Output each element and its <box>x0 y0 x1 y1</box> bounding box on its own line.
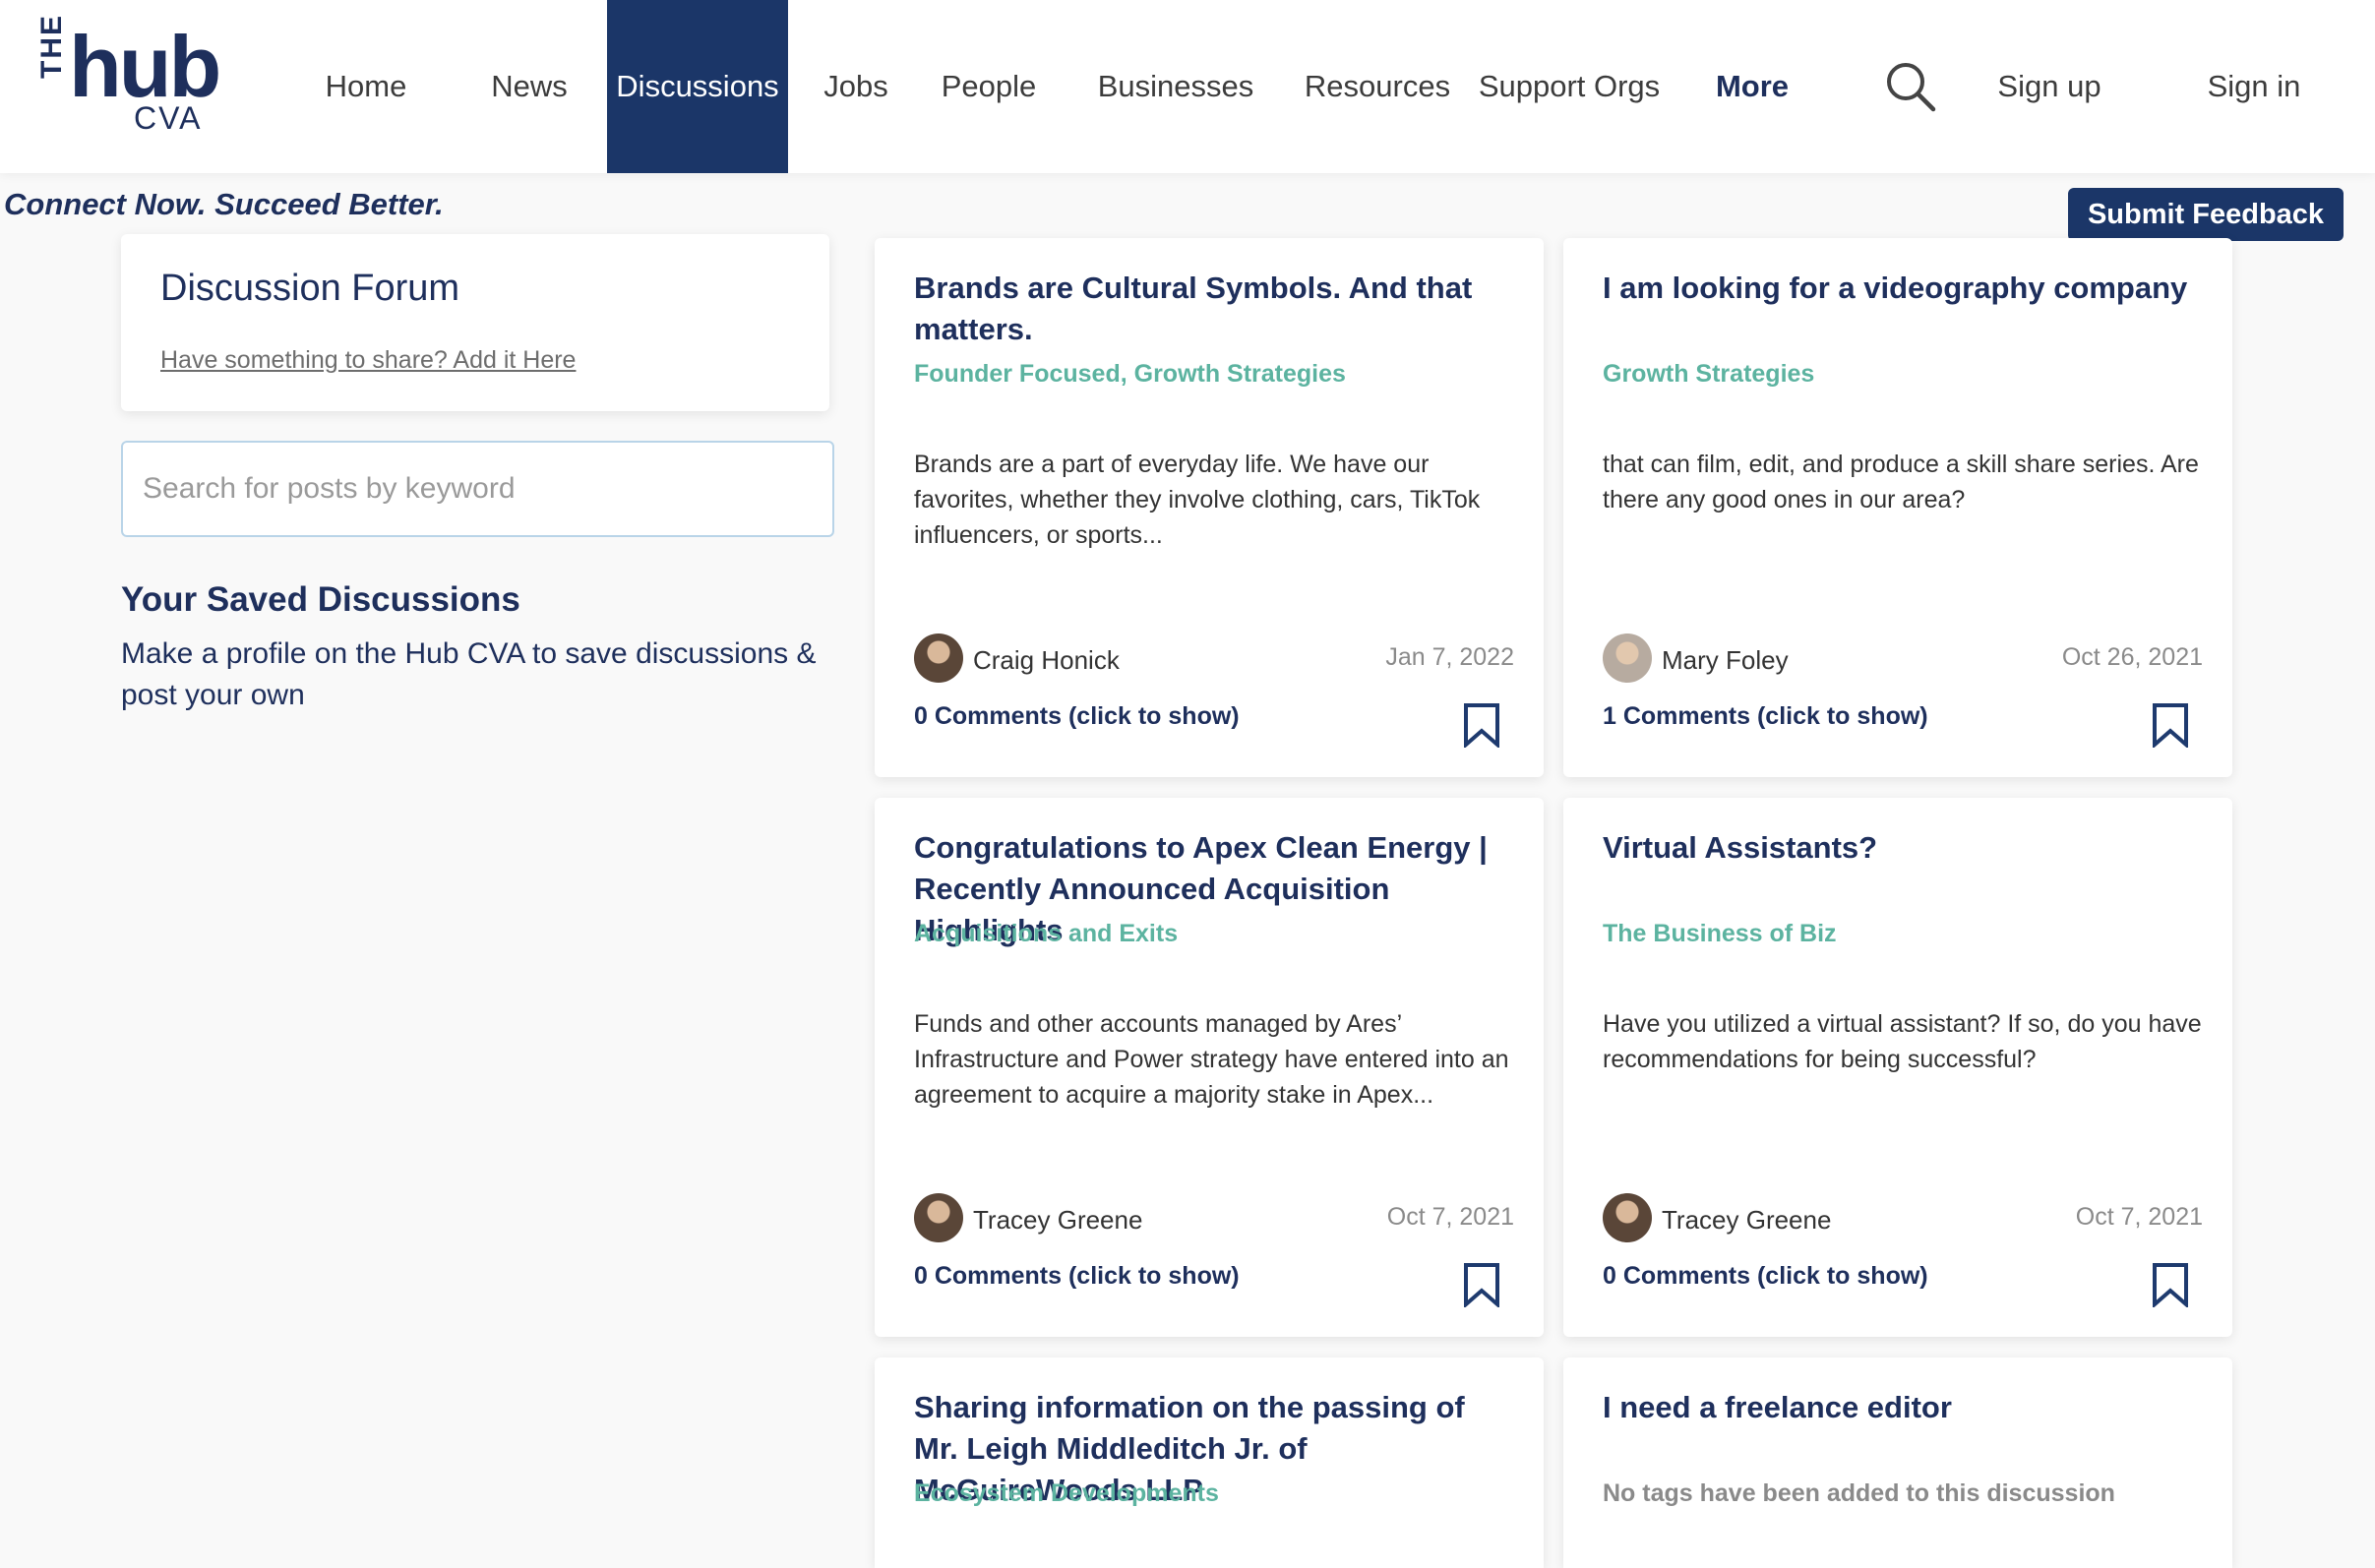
add-post-link[interactable]: Have something to share? Add it Here <box>160 346 576 375</box>
post-tags: Ecosystem Developments <box>914 1479 1219 1507</box>
post-date: Oct 26, 2021 <box>2061 643 2203 671</box>
post-date: Oct 7, 2021 <box>2075 1203 2203 1231</box>
post-tags: Growth Strategies <box>1603 360 1815 388</box>
post-title[interactable]: I am looking for a videography company <box>1603 268 2203 309</box>
author-name[interactable]: Craig Honick <box>973 645 1120 676</box>
author-name[interactable]: Mary Foley <box>1662 645 1789 676</box>
discussion-card[interactable]: I am looking for a videography company G… <box>1563 238 2232 777</box>
saved-discussions-text: Make a profile on the Hub CVA to save di… <box>121 637 817 711</box>
post-tags: No tags have been added to this discussi… <box>1603 1479 2115 1507</box>
comments-toggle[interactable]: 0 Comments (click to show) <box>914 702 1240 731</box>
post-excerpt: that can film, edit, and produce a skill… <box>1603 451 2199 513</box>
bookmark-icon[interactable] <box>1463 702 1500 748</box>
post-author-row: Mary Foley Oct 26, 2021 <box>1603 633 2203 687</box>
author-name[interactable]: Tracey Greene <box>973 1205 1142 1236</box>
sign-in-link[interactable]: Sign in <box>2200 0 2308 173</box>
bookmark-icon[interactable] <box>2152 1262 2189 1307</box>
nav-resources[interactable]: Resources <box>1304 0 1451 173</box>
post-excerpt: Brands are a part of everyday life. We h… <box>914 451 1481 549</box>
post-title[interactable]: I need a freelance editor <box>1603 1387 2203 1428</box>
logo-the-text: THE <box>35 14 68 79</box>
nav-discussions[interactable]: Discussions <box>607 0 788 173</box>
nav-jobs[interactable]: Jobs <box>807 0 905 173</box>
search-posts-input[interactable] <box>121 441 834 537</box>
post-author-row: Tracey Greene Oct 7, 2021 <box>1603 1193 2203 1246</box>
search-icon[interactable] <box>1885 61 1936 112</box>
nav-support-orgs[interactable]: Support Orgs <box>1476 0 1663 173</box>
logo-hub-text: hub <box>69 18 221 115</box>
avatar <box>914 1193 963 1242</box>
forum-title: Discussion Forum <box>160 268 460 309</box>
discussion-forum-card: Discussion Forum Have something to share… <box>121 234 829 411</box>
comments-toggle[interactable]: 1 Comments (click to show) <box>1603 702 1928 731</box>
post-author-row: Craig Honick Jan 7, 2022 <box>914 633 1514 687</box>
post-date: Jan 7, 2022 <box>1385 643 1514 671</box>
post-tags: The Business of Biz <box>1603 920 1837 947</box>
discussion-card[interactable]: Congratulations to Apex Clean Energy | R… <box>875 798 1544 1337</box>
post-author-row: Tracey Greene Oct 7, 2021 <box>914 1193 1514 1246</box>
avatar <box>914 633 963 683</box>
hub-cva-logo[interactable]: THE hub CVA <box>35 14 221 138</box>
nav-businesses[interactable]: Businesses <box>1087 0 1264 173</box>
bookmark-icon[interactable] <box>1463 1262 1500 1307</box>
logo-cva-text: CVA <box>134 100 203 136</box>
post-title[interactable]: Virtual Assistants? <box>1603 827 2203 869</box>
bookmark-icon[interactable] <box>2152 702 2189 748</box>
post-date: Oct 7, 2021 <box>1386 1203 1514 1231</box>
post-excerpt: Have you utilized a virtual assistant? I… <box>1603 1010 2202 1073</box>
discussion-card[interactable]: I need a freelance editor No tags have b… <box>1563 1357 2232 1568</box>
post-title[interactable]: Brands are Cultural Symbols. And that ma… <box>914 268 1514 350</box>
submit-feedback-button[interactable]: Submit Feedback <box>2068 188 2344 241</box>
saved-discussions-title: Your Saved Discussions <box>121 580 520 619</box>
discussion-card[interactable]: Sharing information on the passing of Mr… <box>875 1357 1544 1568</box>
post-excerpt: Funds and other accounts managed by Ares… <box>914 1010 1509 1109</box>
discussion-card[interactable]: Brands are Cultural Symbols. And that ma… <box>875 238 1544 777</box>
nav-more[interactable]: More <box>1708 0 1796 173</box>
post-tags: Founder Focused, Growth Strategies <box>914 360 1346 388</box>
nav-people[interactable]: People <box>925 0 1053 173</box>
top-navigation-bar: THE hub CVA Home News Discussions Jobs P… <box>0 0 2375 173</box>
author-name[interactable]: Tracey Greene <box>1662 1205 1831 1236</box>
nav-news[interactable]: News <box>470 0 588 173</box>
sign-up-link[interactable]: Sign up <box>1987 0 2111 173</box>
discussion-card[interactable]: Virtual Assistants? The Business of Biz … <box>1563 798 2232 1337</box>
avatar <box>1603 633 1652 683</box>
post-tags: Acquisitions and Exits <box>914 920 1179 947</box>
comments-toggle[interactable]: 0 Comments (click to show) <box>1603 1262 1928 1291</box>
nav-home[interactable]: Home <box>305 0 427 173</box>
avatar <box>1603 1193 1652 1242</box>
comments-toggle[interactable]: 0 Comments (click to show) <box>914 1262 1240 1291</box>
tagline: Connect Now. Succeed Better. <box>4 187 444 221</box>
